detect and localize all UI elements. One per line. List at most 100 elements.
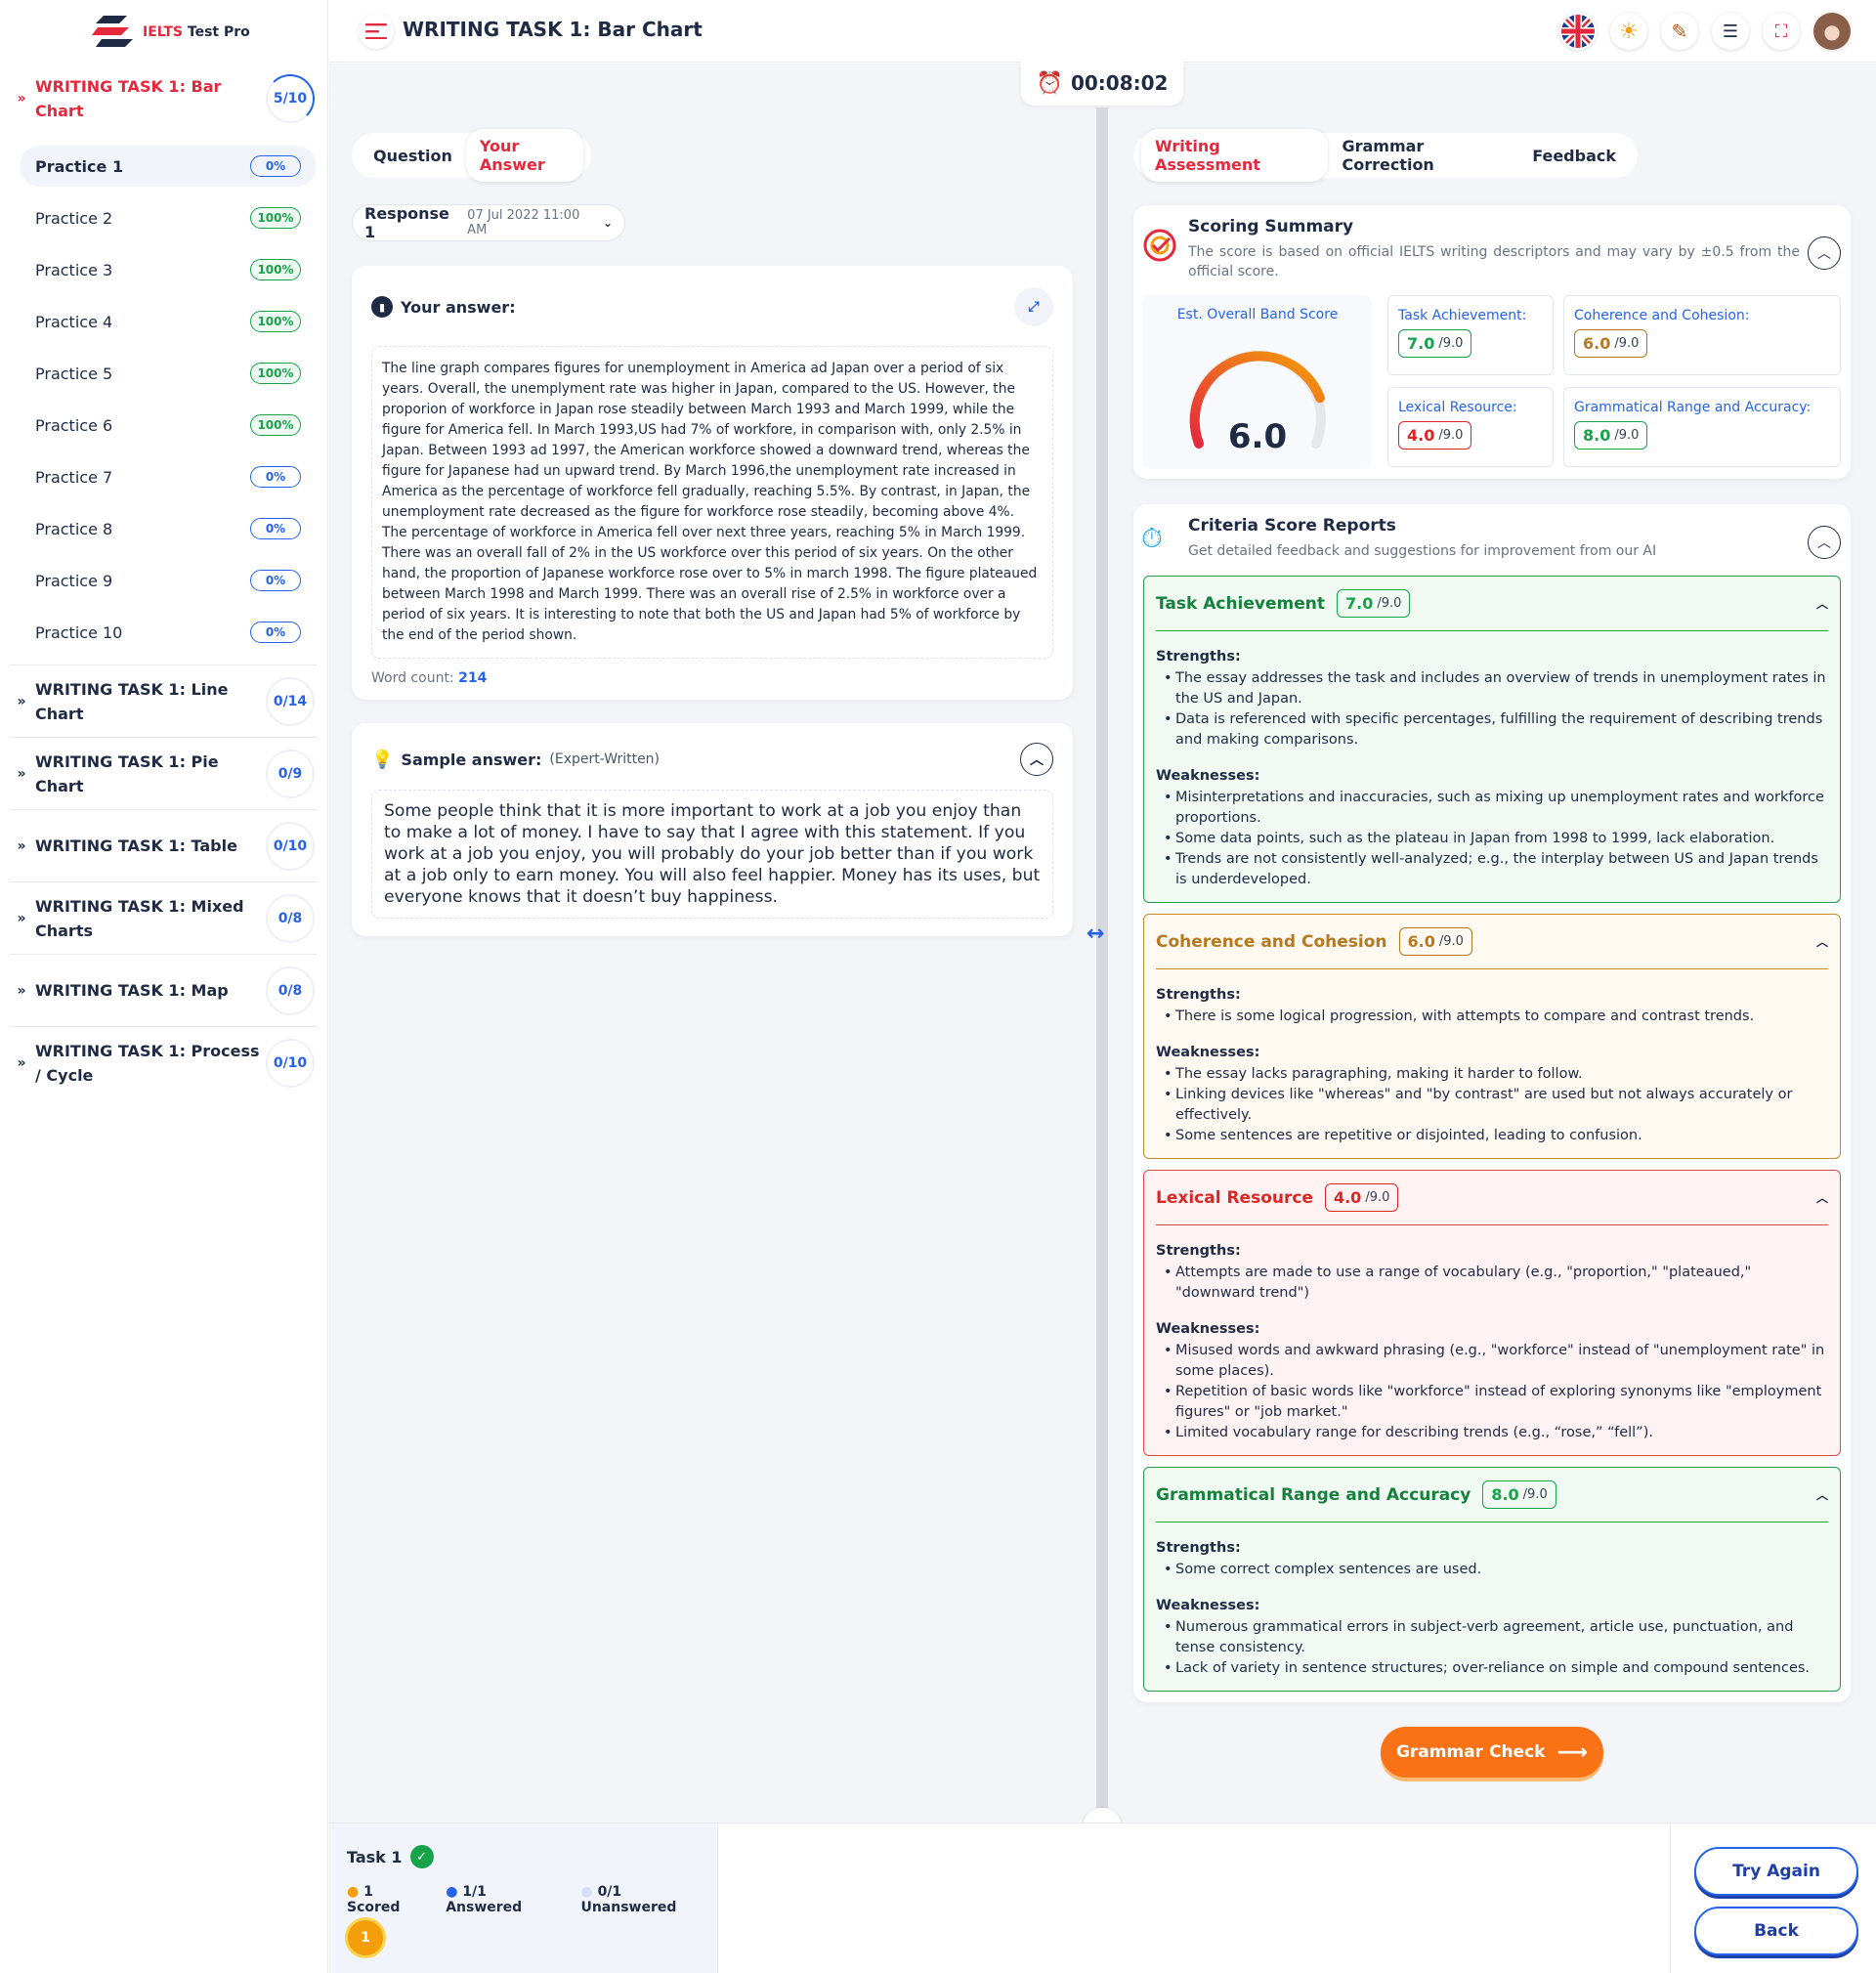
sidebar-practice-item[interactable]: Practice 4 100% bbox=[20, 301, 317, 342]
highlight-button[interactable]: ✎ bbox=[1661, 13, 1698, 50]
sidebar-practice-item[interactable]: Practice 3 100% bbox=[20, 249, 317, 290]
panel-divider[interactable] bbox=[1096, 107, 1108, 1808]
group-progress: 0/9 bbox=[266, 749, 315, 798]
your-answer-title: Your answer: bbox=[401, 297, 516, 317]
logo-icon bbox=[92, 16, 133, 47]
weakness-item: Some sentences are repetitive or disjoin… bbox=[1156, 1126, 1828, 1146]
fullscreen-button[interactable]: ⛶ bbox=[1763, 13, 1800, 50]
collapse-criteria-button[interactable]: ︿ bbox=[1808, 526, 1841, 559]
scoring-summary-title: Scoring Summary bbox=[1188, 217, 1354, 236]
sidebar-practice-item[interactable]: Practice 8 0% bbox=[20, 508, 317, 549]
strengths-list: Some correct complex sentences are used. bbox=[1156, 1560, 1828, 1580]
unanswered-legend: ● 0/1 Unanswered bbox=[580, 1884, 677, 1915]
chevron-right-icon: » bbox=[17, 765, 26, 782]
sidebar-practice-item[interactable]: Practice 5 100% bbox=[20, 353, 317, 394]
strengths-list: The essay addresses the task and include… bbox=[1156, 668, 1828, 751]
practice-label: Practice 10 bbox=[35, 622, 123, 642]
sidebar-practice-item[interactable]: Practice 2 100% bbox=[20, 197, 317, 238]
word-count: Word count: 214 bbox=[371, 670, 488, 686]
sidebar: IELTS Test Pro » WRITING TASK 1: Bar Cha… bbox=[0, 0, 328, 1973]
logo[interactable]: IELTS Test Pro bbox=[90, 12, 250, 53]
tab-grammar-correction[interactable]: Grammar Correction bbox=[1328, 129, 1518, 182]
sidebar-practice-item[interactable]: Practice 9 0% bbox=[20, 560, 317, 601]
sidebar-practice-item[interactable]: Practice 10 0% bbox=[20, 612, 317, 653]
tile-label: Grammatical Range and Accuracy: bbox=[1574, 400, 1812, 415]
chevron-up-icon[interactable]: ︿ bbox=[1816, 1189, 1828, 1206]
weakness-item: Misinterpretations and inaccuracies, suc… bbox=[1156, 788, 1828, 829]
chevron-up-icon[interactable]: ︿ bbox=[1816, 1486, 1828, 1503]
alarm-clock-icon: ⏰ bbox=[1036, 70, 1063, 96]
practice-progress-badge: 0% bbox=[250, 570, 301, 591]
sidebar-practice-item[interactable]: Practice 7 0% bbox=[20, 456, 317, 497]
answer-text: The line graph compares figures for unem… bbox=[371, 346, 1053, 659]
chevron-up-icon[interactable]: ︿ bbox=[1816, 595, 1828, 612]
your-answer-card: ▮ Your answer: ⤢ The line graph compares… bbox=[352, 266, 1073, 700]
weaknesses-heading: Weaknesses: bbox=[1156, 1321, 1260, 1337]
sidebar-group[interactable]: » WRITING TASK 1: Mixed Charts 0/8 bbox=[10, 881, 317, 954]
chevron-right-icon: » bbox=[17, 1054, 26, 1071]
weaknesses-heading: Weaknesses: bbox=[1156, 768, 1260, 784]
tab-feedback[interactable]: Feedback bbox=[1518, 139, 1630, 173]
tab-question[interactable]: Question bbox=[360, 139, 466, 173]
sun-icon: ☀ bbox=[1619, 19, 1639, 44]
sidebar-group[interactable]: » WRITING TASK 1: Pie Chart 0/9 bbox=[10, 737, 317, 809]
practice-label: Practice 3 bbox=[35, 260, 113, 279]
chevron-right-icon: » bbox=[17, 982, 26, 999]
avatar[interactable]: ● bbox=[1813, 13, 1851, 50]
group-progress: 5/10 bbox=[266, 74, 315, 123]
resize-handle-icon[interactable]: ↔ bbox=[1087, 922, 1104, 946]
sidebar-group[interactable]: » WRITING TASK 1: Map 0/8 bbox=[10, 954, 317, 1026]
menu-button[interactable] bbox=[359, 14, 394, 49]
arrow-right-icon: ⟶ bbox=[1556, 1739, 1589, 1765]
chevron-up-icon[interactable]: ︿ bbox=[1816, 933, 1828, 950]
footer: Task 1 ✓ ● 1 Scored ● 1/1 Answered ● 0/1… bbox=[329, 1823, 1876, 1973]
weaknesses-heading: Weaknesses: bbox=[1156, 1598, 1260, 1613]
weaknesses-list: Misinterpretations and inaccuracies, suc… bbox=[1156, 788, 1828, 902]
criteria-score: 7.0/9.0 bbox=[1337, 589, 1411, 618]
tile-label: Lexical Resource: bbox=[1398, 400, 1517, 415]
expand-button[interactable]: ⤢ bbox=[1014, 287, 1053, 326]
notes-button[interactable]: ☰ bbox=[1712, 13, 1749, 50]
criteria-desc: Get detailed feedback and suggestions fo… bbox=[1188, 543, 1657, 559]
criteria-report-coherence-and-cohesion: Coherence and Cohesion 6.0/9.0 ︿ Strengths:… bbox=[1143, 914, 1841, 1159]
language-button[interactable] bbox=[1559, 13, 1597, 50]
weakness-item: Misused words and awkward phrasing (e.g.… bbox=[1156, 1341, 1828, 1382]
tab-your-answer[interactable]: Your Answer bbox=[465, 129, 583, 182]
practice-progress-badge: 100% bbox=[250, 311, 301, 332]
tile-lexical: Lexical Resource: 4.0/9.0 bbox=[1387, 387, 1554, 467]
collapse-summary-button[interactable]: ︿ bbox=[1808, 236, 1841, 270]
sidebar-group[interactable]: » WRITING TASK 1: Process / Cycle 0/10 bbox=[10, 1026, 317, 1098]
sidebar-group[interactable]: » WRITING TASK 1: Table 0/10 bbox=[10, 809, 317, 881]
group-title: WRITING TASK 1: Table bbox=[35, 836, 237, 855]
sidebar-practice-item[interactable]: Practice 1 0% bbox=[20, 146, 317, 187]
tab-writing-assessment[interactable]: Writing Assessment bbox=[1141, 129, 1329, 182]
weakness-item: Numerous grammatical errors in subject-v… bbox=[1156, 1617, 1828, 1658]
weakness-item: Repetition of basic words like "workforc… bbox=[1156, 1382, 1828, 1423]
sidebar-group-bar-chart[interactable]: » WRITING TASK 1: Bar Chart 5/10 bbox=[10, 73, 317, 124]
theme-button[interactable]: ☀ bbox=[1610, 13, 1647, 50]
scored-legend: ● 1 Scored bbox=[347, 1884, 401, 1915]
chevron-up-icon: ︿ bbox=[1817, 536, 1831, 551]
practice-progress-badge: 100% bbox=[250, 363, 301, 384]
chat-icon: ▮ bbox=[371, 296, 393, 318]
strengths-heading: Strengths: bbox=[1156, 1540, 1241, 1556]
try-again-button[interactable]: Try Again bbox=[1694, 1847, 1858, 1896]
sample-answer-card: 💡 Sample answer: (Expert-Written) ︿ Some… bbox=[352, 723, 1073, 936]
criteria-score: 8.0/9.0 bbox=[1482, 1480, 1556, 1509]
response-select[interactable]: Response 1 07 Jul 2022 11:00 AM ⌄ bbox=[352, 204, 625, 241]
criteria-title: Criteria Score Reports bbox=[1188, 516, 1396, 536]
practice-label: Practice 5 bbox=[35, 364, 113, 383]
weakness-item: Trends are not consistently well-analyze… bbox=[1156, 849, 1828, 890]
practice-label: Practice 8 bbox=[35, 519, 113, 538]
question-bubble[interactable]: 1 bbox=[345, 1917, 386, 1958]
back-button[interactable]: Back bbox=[1694, 1907, 1858, 1955]
grammar-check-button[interactable]: Grammar Check ⟶ bbox=[1381, 1727, 1603, 1778]
sidebar-group[interactable]: » WRITING TASK 1: Line Chart 0/14 bbox=[10, 665, 317, 737]
sidebar-practice-item[interactable]: Practice 6 100% bbox=[20, 405, 317, 446]
chevron-up-icon: ︿ bbox=[1030, 752, 1044, 768]
weaknesses-heading: Weaknesses: bbox=[1156, 1045, 1260, 1060]
collapse-sample-button[interactable]: ︿ bbox=[1020, 743, 1053, 776]
criteria-score: 6.0/9.0 bbox=[1398, 927, 1472, 956]
criteria-report-lexical-resource: Lexical Resource 4.0/9.0 ︿ Strengths: Attemp… bbox=[1143, 1170, 1841, 1456]
task-summary: Task 1 ✓ ● 1 Scored ● 1/1 Answered ● 0/1… bbox=[329, 1823, 718, 1973]
